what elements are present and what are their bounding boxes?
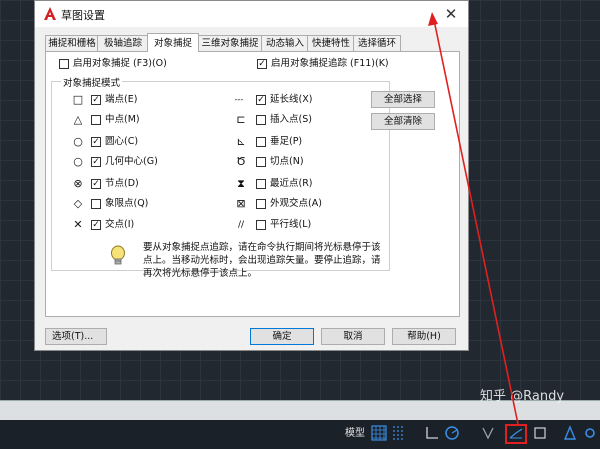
center-marker-icon: ○: [73, 135, 83, 148]
midpoint-marker-icon: △: [73, 113, 83, 126]
close-icon[interactable]: ✕: [440, 3, 462, 25]
perpendicular-checkbox[interactable]: [256, 137, 266, 147]
geometric-center-marker-icon: ○: [73, 155, 83, 168]
otrack-on-checkbox[interactable]: ✓: [257, 59, 267, 69]
osnap-on-checkbox[interactable]: [59, 59, 69, 69]
intersection-marker-icon: ✕: [73, 218, 83, 231]
lightbulb-icon: [111, 245, 125, 265]
quadrant-checkbox[interactable]: [91, 199, 101, 209]
insertion-checkbox[interactable]: [256, 115, 266, 125]
endpoint-label: 端点(E): [105, 94, 138, 105]
nearest-label: 最近点(R): [270, 178, 313, 189]
tab-dynamic-input[interactable]: 动态输入: [261, 35, 309, 51]
endpoint-marker-icon: □: [72, 93, 84, 106]
geometric-center-label: 几何中心(G): [105, 156, 158, 167]
tab-snap-grid[interactable]: 捕捉和栅格: [45, 35, 99, 51]
extension-marker-icon: ---: [234, 95, 244, 104]
intersection-label: 交点(I): [105, 219, 135, 230]
parallel-marker-icon: //: [237, 220, 245, 230]
tracking-hint-text: 要从对象捕捉点追踪，请在命令执行期间将光标悬停于该点上。当移动光标时，会出现追踪…: [143, 242, 381, 279]
settings-gear-icon[interactable]: [582, 425, 598, 441]
perpendicular-marker-icon: ⊾: [236, 135, 246, 148]
apparent-intersection-checkbox[interactable]: [256, 199, 266, 209]
clear-all-button[interactable]: 全部清除: [371, 113, 435, 130]
node-marker-icon: ⊗: [73, 177, 83, 190]
osnap-on-label: 启用对象捕捉 (F3)(O): [73, 58, 167, 69]
help-button[interactable]: 帮助(H): [392, 328, 456, 345]
midpoint-label: 中点(M): [105, 114, 140, 125]
midpoint-checkbox[interactable]: [91, 115, 101, 125]
model-tab[interactable]: 模型: [342, 424, 368, 444]
nearest-marker-icon: ⧗: [237, 177, 245, 190]
tangent-checkbox[interactable]: [256, 157, 266, 167]
extension-label: 延长线(X): [270, 94, 313, 105]
node-label: 节点(D): [105, 178, 139, 189]
object-snap-icon[interactable]: [532, 425, 548, 441]
tab-3d-object-snap[interactable]: 三维对象捕捉: [197, 35, 263, 51]
tab-quick-properties[interactable]: 快捷特性: [307, 35, 355, 51]
isodraft-icon[interactable]: [480, 425, 496, 441]
options-button[interactable]: 选项(T)...: [45, 328, 107, 345]
parallel-label: 平行线(L): [270, 219, 312, 230]
ortho-mode-icon[interactable]: [424, 425, 440, 441]
select-all-button[interactable]: 全部选择: [371, 91, 435, 108]
endpoint-checkbox[interactable]: ✓: [91, 95, 101, 105]
osnap-modes-group-title: 对象捕捉模式: [61, 75, 123, 89]
autocad-logo-icon: [44, 7, 56, 20]
annotation-scale-icon[interactable]: [562, 425, 578, 441]
center-checkbox[interactable]: ✓: [91, 137, 101, 147]
quadrant-label: 象限点(Q): [105, 198, 149, 209]
quadrant-marker-icon: ◇: [73, 197, 83, 210]
cancel-button[interactable]: 取消: [321, 328, 385, 345]
center-label: 圆心(C): [105, 136, 139, 147]
drafting-settings-dialog: 草图设置 ✕ 捕捉和栅格 极轴追踪 对象捕捉 三维对象捕捉 动态输入 快捷特性 …: [34, 0, 469, 351]
otrack-on-label: 启用对象捕捉追踪 (F11)(K): [271, 58, 389, 69]
dialog-titlebar[interactable]: 草图设置 ✕: [35, 1, 468, 27]
tab-selection-cycling[interactable]: 选择循环: [353, 35, 401, 51]
node-checkbox[interactable]: ✓: [91, 179, 101, 189]
insertion-marker-icon: ⊏: [236, 113, 246, 126]
polar-tracking-icon[interactable]: [444, 425, 460, 441]
tangent-marker-icon: Ծ: [236, 155, 246, 168]
tab-object-snap[interactable]: 对象捕捉: [147, 33, 199, 52]
nearest-checkbox[interactable]: [256, 179, 266, 189]
tab-polar-tracking[interactable]: 极轴追踪: [97, 35, 149, 51]
apparent-intersection-marker-icon: ⊠: [236, 197, 246, 210]
parallel-checkbox[interactable]: [256, 220, 266, 230]
extension-checkbox[interactable]: ✓: [256, 95, 266, 105]
watermark: 知乎 @Randy: [480, 389, 565, 404]
tangent-label: 切点(N): [270, 156, 304, 167]
ok-button[interactable]: 确定: [250, 328, 314, 345]
intersection-checkbox[interactable]: ✓: [91, 220, 101, 230]
grid-display-icon[interactable]: [371, 425, 387, 441]
apparent-intersection-label: 外观交点(A): [270, 198, 322, 209]
perpendicular-label: 垂足(P): [270, 136, 303, 147]
highlight-box: [505, 424, 527, 444]
geometric-center-checkbox[interactable]: ✓: [91, 157, 101, 167]
insertion-label: 插入点(S): [270, 114, 312, 125]
snap-mode-icon[interactable]: [391, 425, 407, 441]
dialog-title: 草图设置: [61, 9, 105, 22]
